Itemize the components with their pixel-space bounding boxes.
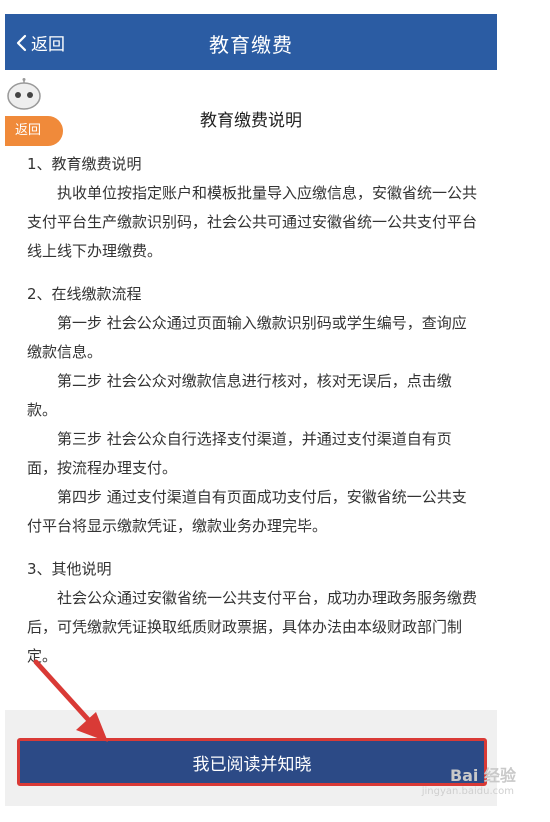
section-paragraph: 社会公众通过安徽省统一公共支付平台，成功办理政务服务缴费后，可凭缴款凭证换取纸质… — [27, 589, 478, 665]
watermark-logo: Bai 经验 — [449, 766, 516, 785]
phone-screen: 返回 教育缴费 教育缴费说明 1、教育缴费说明 执收单位按指定账户和模板批量导入… — [5, 14, 497, 806]
section-paragraph: 第四步 通过支付渠道自有页面成功支付后，安徽省统一公共支付平台将显示缴款凭证，缴… — [27, 488, 467, 535]
section-paragraph: 执收单位按指定账户和模板批量导入应缴信息，安徽省统一公共支付平台生产缴款识别码，… — [27, 184, 478, 260]
page-title: 教育缴费 — [209, 33, 293, 57]
content-area: 教育缴费说明 1、教育缴费说明 执收单位按指定账户和模板批量导入应缴信息，安徽省… — [5, 70, 497, 710]
watermark-url: jingyan.baidu.com — [421, 786, 514, 797]
nav-bar: 返回 教育缴费 — [5, 14, 497, 70]
section-heading: 2、在线缴款流程 — [27, 285, 142, 303]
section-heading: 3、其他说明 — [27, 560, 112, 578]
confirm-read-button[interactable]: 我已阅读并知晓 — [17, 738, 487, 786]
floating-assistant[interactable]: 返回 — [5, 72, 69, 152]
document-title: 教育缴费说明 — [200, 111, 302, 131]
robot-icon — [7, 78, 41, 110]
section-paragraph: 第一步 社会公众通过页面输入缴款识别码或学生编号，查询应缴款信息。 — [27, 314, 467, 361]
section-paragraph: 第二步 社会公众对缴款信息进行核对，核对无误后，点击缴款。 — [27, 372, 452, 419]
float-back-button[interactable]: 返回 — [5, 116, 63, 146]
section-paragraph: 第三步 社会公众自行选择支付渠道，并通过支付渠道自有页面，按流程办理支付。 — [27, 430, 452, 477]
section-heading: 1、教育缴费说明 — [27, 155, 142, 173]
document-body: 1、教育缴费说明 执收单位按指定账户和模板批量导入应缴信息，安徽省统一公共支付平… — [27, 150, 477, 671]
